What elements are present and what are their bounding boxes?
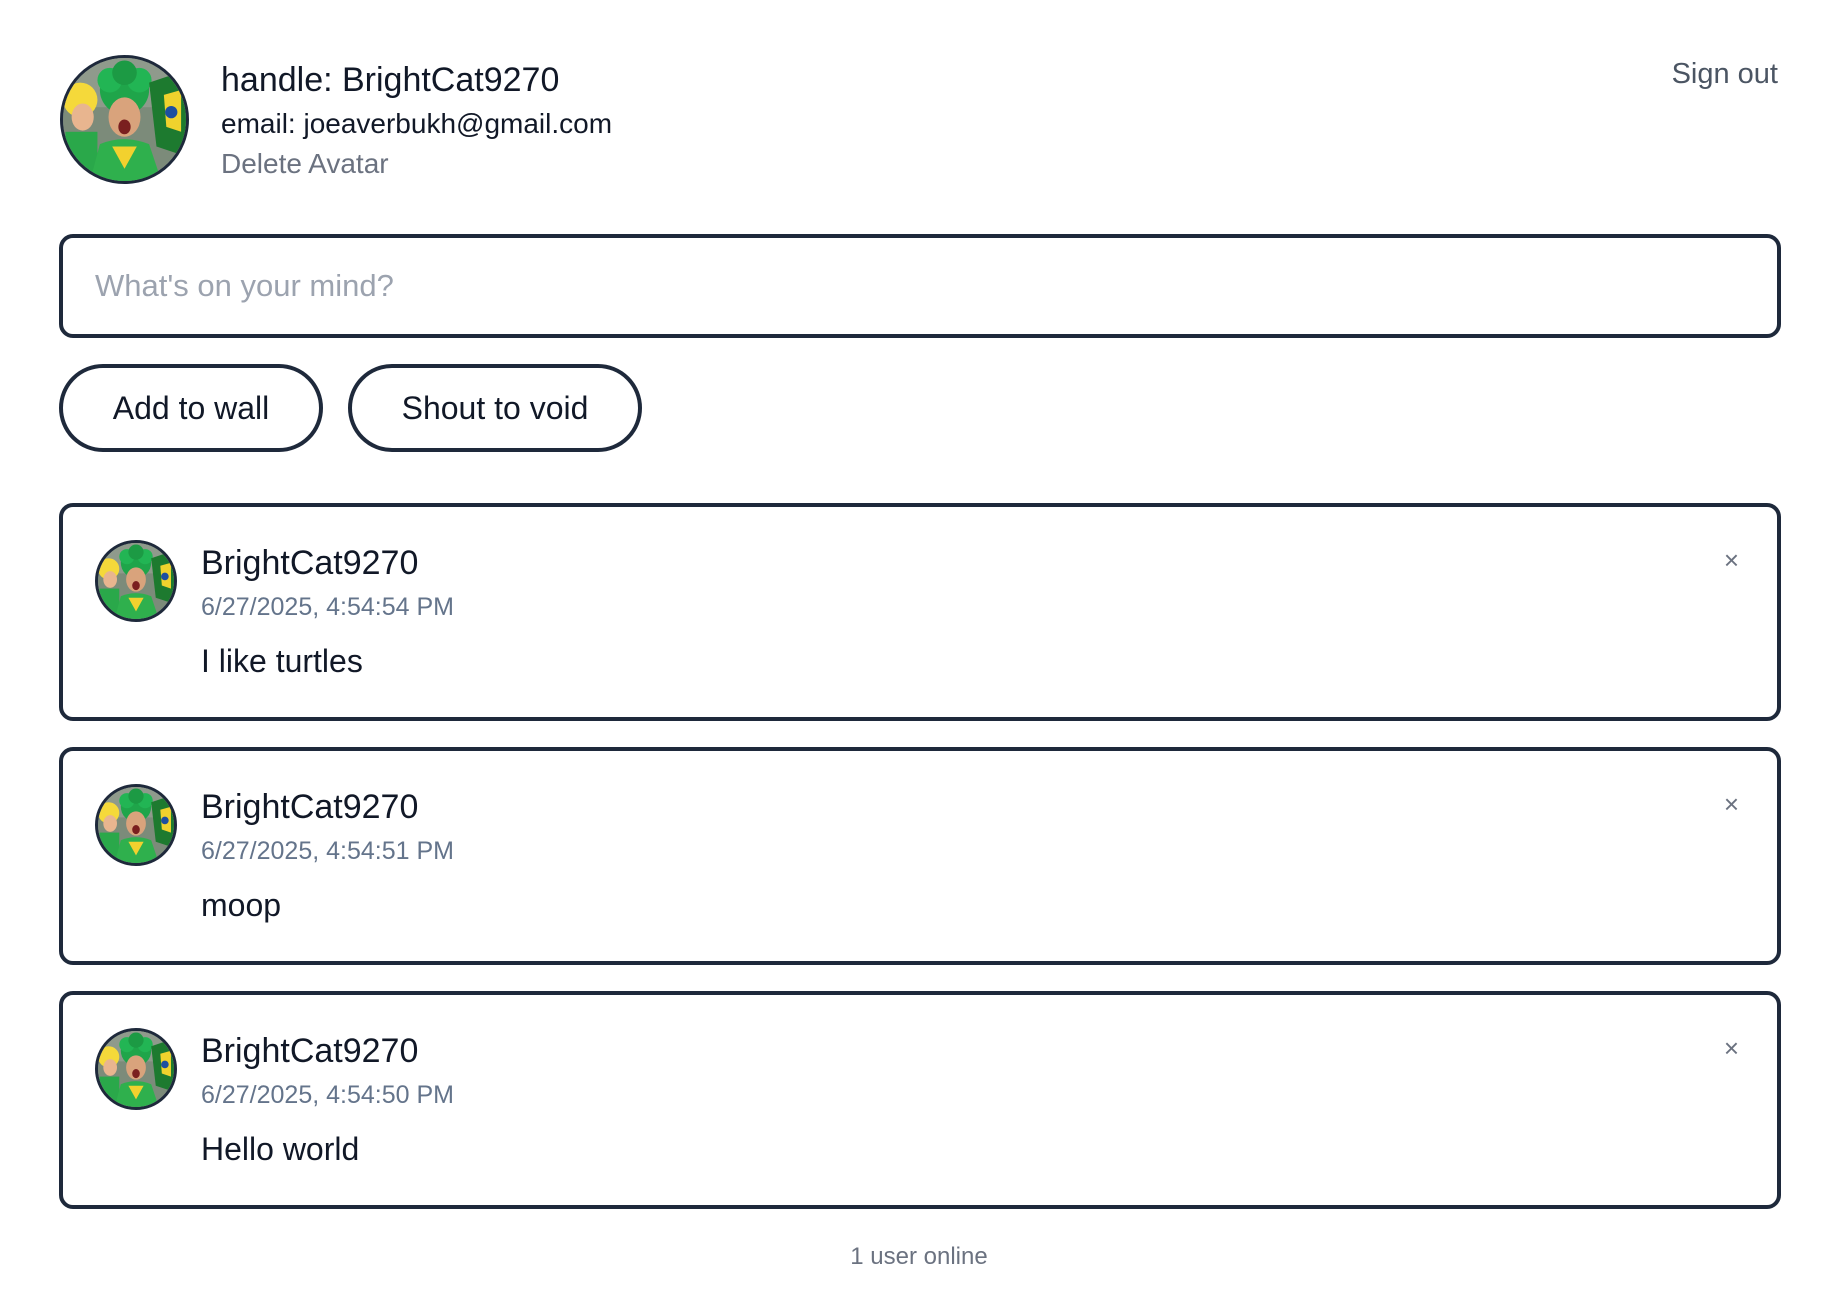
post-avatar: [95, 1028, 177, 1110]
sign-out-link[interactable]: Sign out: [1672, 58, 1778, 91]
online-status: 1 user online: [850, 1243, 988, 1270]
user-email: email: joeaverbukh@gmail.com: [221, 108, 613, 139]
delete-avatar-link[interactable]: Delete Avatar: [221, 148, 389, 180]
add-to-wall-button[interactable]: Add to wall: [59, 364, 323, 452]
shout-to-void-button[interactable]: Shout to void: [348, 364, 642, 452]
avatar-image: [63, 58, 186, 181]
post-timestamp: 6/27/2025, 4:54:51 PM: [201, 837, 454, 865]
post-author: BrightCat9270: [201, 1032, 419, 1070]
post-card: BrightCat9270 6/27/2025, 4:54:51 PM moop…: [59, 747, 1781, 965]
post-text: I like turtles: [201, 643, 363, 679]
post-card: BrightCat9270 6/27/2025, 4:54:54 PM I li…: [59, 503, 1781, 721]
avatar-image: [98, 787, 174, 863]
post-avatar: [95, 784, 177, 866]
close-icon[interactable]: ×: [1724, 791, 1739, 817]
close-icon[interactable]: ×: [1724, 547, 1739, 573]
user-handle: handle: BrightCat9270: [221, 61, 560, 99]
avatar[interactable]: [60, 55, 189, 184]
close-icon[interactable]: ×: [1724, 1035, 1739, 1061]
post-card: BrightCat9270 6/27/2025, 4:54:50 PM Hell…: [59, 991, 1781, 1209]
post-text: moop: [201, 887, 282, 923]
post-timestamp: 6/27/2025, 4:54:50 PM: [201, 1081, 454, 1109]
post-timestamp: 6/27/2025, 4:54:54 PM: [201, 593, 454, 621]
post-author: BrightCat9270: [201, 788, 419, 826]
post-input[interactable]: [59, 234, 1781, 338]
post-text: Hello world: [201, 1131, 360, 1167]
avatar-image: [98, 1031, 174, 1107]
avatar-image: [98, 543, 174, 619]
post-avatar: [95, 540, 177, 622]
post-author: BrightCat9270: [201, 544, 419, 582]
